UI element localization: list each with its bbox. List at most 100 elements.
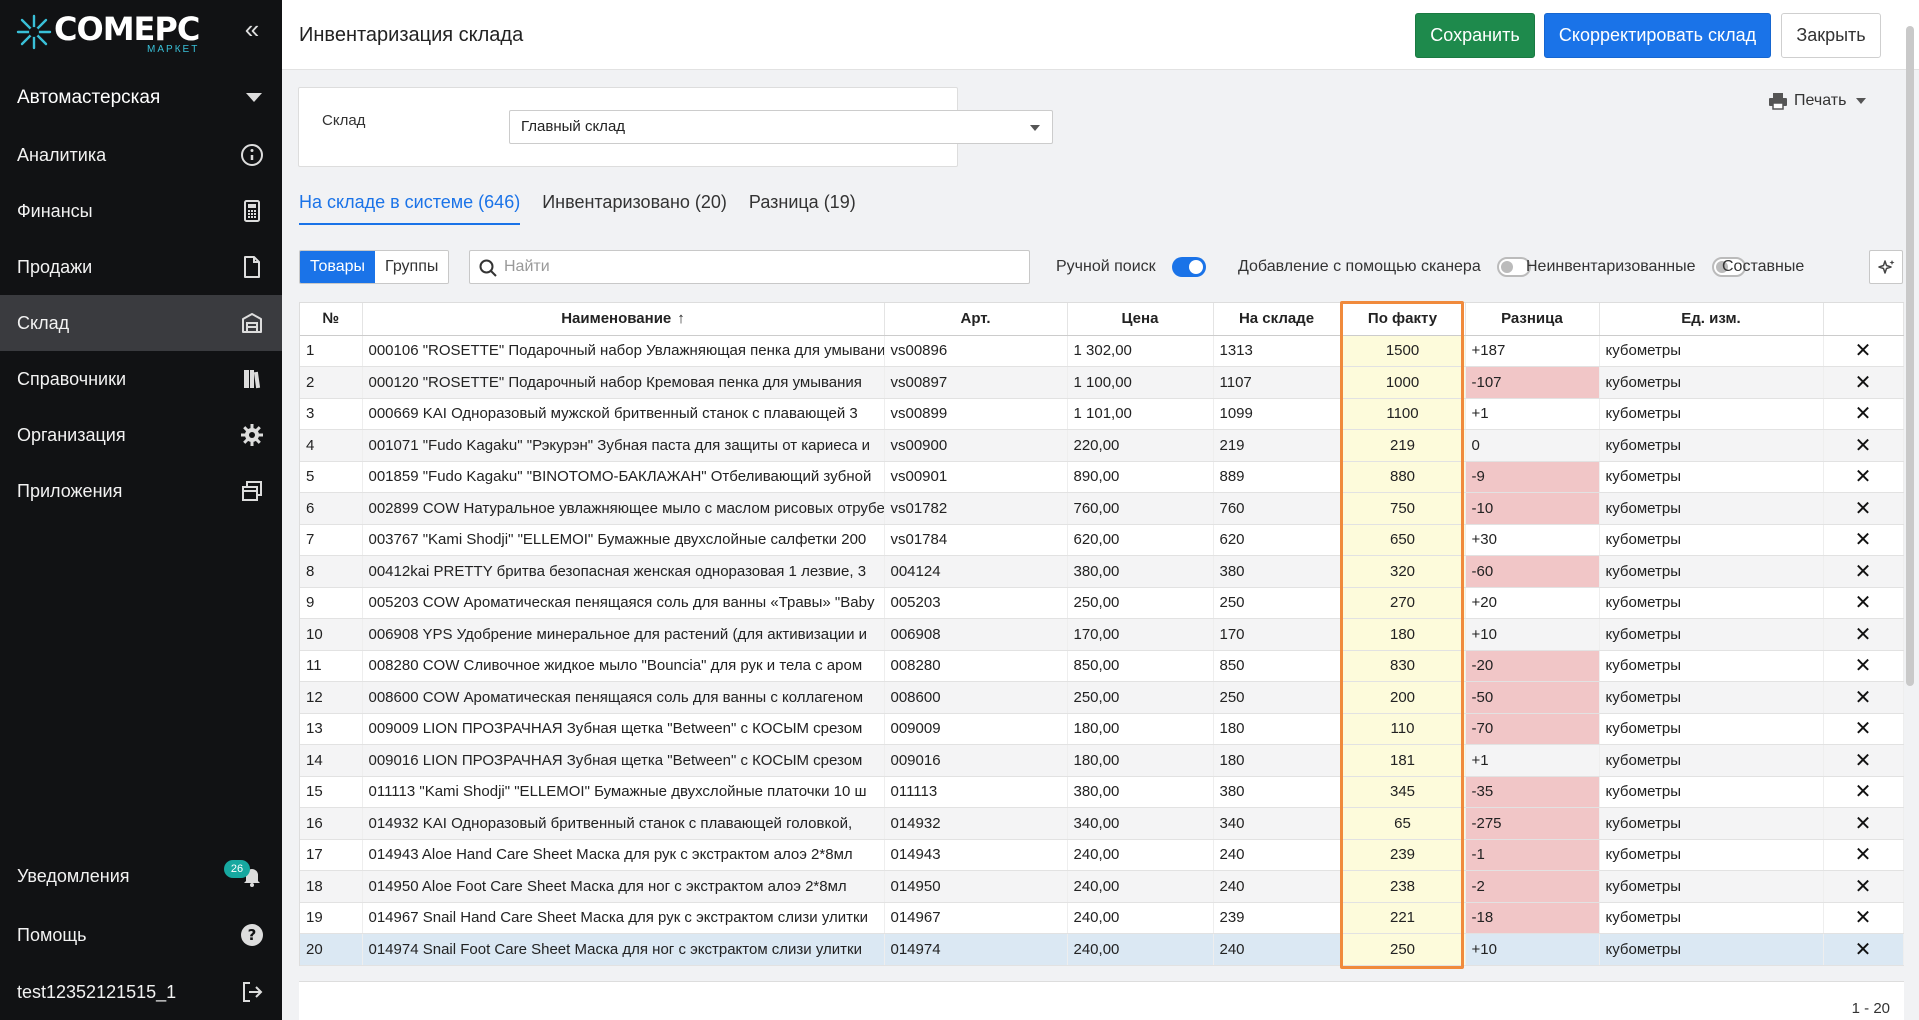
close-button[interactable]: Закрыть: [1781, 13, 1881, 58]
sort-ascending-icon: ↑: [677, 310, 685, 328]
delete-row-icon[interactable]: ✕: [1823, 555, 1904, 588]
print-menu[interactable]: Печать: [1768, 92, 1867, 110]
delete-row-icon[interactable]: ✕: [1823, 524, 1904, 556]
actual-count-cell[interactable]: 239: [1340, 839, 1466, 871]
delete-row-icon[interactable]: ✕: [1823, 398, 1904, 430]
delete-row-icon[interactable]: ✕: [1823, 650, 1904, 682]
actual-count-cell[interactable]: 180: [1340, 618, 1466, 651]
sidebar-item-analytics[interactable]: Аналитика: [0, 127, 282, 183]
delete-row-icon[interactable]: ✕: [1823, 429, 1904, 462]
groups-toggle-button[interactable]: Группы: [375, 251, 449, 283]
table-row[interactable]: 12 008600 COW Ароматическая пенящаяся сол…: [300, 681, 1904, 714]
table-row[interactable]: 2 000120 "ROSETTE" Подарочный набор Кремо…: [300, 366, 1904, 399]
table-row[interactable]: 17 014943 Aloe Hand Care Sheet Маска для …: [300, 839, 1904, 871]
warehouse-select[interactable]: Главный склад: [509, 110, 1053, 144]
delete-row-icon[interactable]: ✕: [1823, 366, 1904, 399]
uninventoried-label: Неинвентаризованные: [1526, 258, 1696, 275]
actual-count-cell[interactable]: 320: [1340, 555, 1466, 588]
actual-count-cell[interactable]: 270: [1340, 587, 1466, 619]
sidebar-item-directories[interactable]: Справочники: [0, 351, 282, 407]
actual-count-cell[interactable]: 345: [1340, 776, 1466, 808]
delete-row-icon[interactable]: ✕: [1823, 933, 1904, 966]
correct-warehouse-button[interactable]: Скорректировать склад: [1544, 13, 1771, 58]
delete-row-icon[interactable]: ✕: [1823, 587, 1904, 619]
sidebar-item-finance[interactable]: Финансы: [0, 183, 282, 239]
tab-difference[interactable]: Разница (19): [749, 192, 856, 225]
delete-row-icon[interactable]: ✕: [1823, 807, 1904, 840]
table-row[interactable]: 4 001071 "Fudo Kagaku" "Рэкурэн" Зубная п…: [300, 429, 1904, 462]
difference-cell: -10: [1465, 492, 1600, 525]
actual-count-cell[interactable]: 1000: [1340, 366, 1466, 399]
delete-row-icon[interactable]: ✕: [1823, 461, 1904, 493]
table-row[interactable]: 15 011113 "Kami Shodji" "ELLEMOI" Бумажны…: [300, 776, 1904, 808]
sidebar-item-warehouse[interactable]: Склад: [0, 295, 282, 351]
page-scrollbar[interactable]: [1905, 18, 1915, 1003]
actual-count-cell[interactable]: 221: [1340, 902, 1466, 934]
in-stock-cell: 1099: [1213, 398, 1341, 430]
table-row[interactable]: 9 005203 COW Ароматическая пенящаяся соль…: [300, 587, 1904, 619]
table-row[interactable]: 13 009009 LION ПРОЗРАЧНАЯ Зубная щетка "B…: [300, 713, 1904, 745]
table-row[interactable]: 14 009016 LION ПРОЗРАЧНАЯ Зубная щетка "B…: [300, 744, 1904, 777]
column-header-name[interactable]: Наименование ↑: [362, 303, 885, 336]
actual-count-cell[interactable]: 238: [1340, 870, 1466, 903]
column-header-difference[interactable]: Разница: [1465, 303, 1600, 336]
actual-count-cell[interactable]: 650: [1340, 524, 1466, 556]
column-header-in-stock[interactable]: На складе: [1213, 303, 1341, 336]
column-header-unit[interactable]: Ед. изм.: [1599, 303, 1824, 336]
actual-count-cell[interactable]: 830: [1340, 650, 1466, 682]
table-row[interactable]: 7 003767 "Kami Shodji" "ELLEMOI" Бумажные…: [300, 524, 1904, 556]
delete-row-icon[interactable]: ✕: [1823, 618, 1904, 651]
table-row[interactable]: 11 008280 COW Сливочное жидкое мыло "Boun…: [300, 650, 1904, 682]
scrollbar-thumb[interactable]: [1906, 26, 1914, 686]
delete-row-icon[interactable]: ✕: [1823, 681, 1904, 714]
tab-in-system[interactable]: На складе в системе (646): [299, 192, 521, 225]
delete-row-icon[interactable]: ✕: [1823, 335, 1904, 367]
actual-count-cell[interactable]: 250: [1340, 933, 1466, 966]
delete-row-icon[interactable]: ✕: [1823, 492, 1904, 525]
column-header-number[interactable]: №: [300, 303, 363, 336]
column-header-actual[interactable]: По факту: [1340, 303, 1466, 336]
actual-count-cell[interactable]: 200: [1340, 681, 1466, 714]
table-row[interactable]: 16 014932 KAI Одноразовый бритвенный стан…: [300, 807, 1904, 840]
actual-count-cell[interactable]: 65: [1340, 807, 1466, 840]
brand-logo[interactable]: COMEPC МАРКЕТ: [16, 12, 200, 60]
sidebar-item-user[interactable]: test12352121515_1: [0, 964, 282, 1020]
actual-count-cell[interactable]: 181: [1340, 744, 1466, 777]
goods-toggle-button[interactable]: Товары: [300, 251, 376, 283]
sidebar-item-help[interactable]: Помощь ?: [0, 907, 282, 963]
actual-count-cell[interactable]: 1500: [1340, 335, 1466, 367]
logout-icon[interactable]: [240, 980, 264, 1004]
actual-count-cell[interactable]: 1100: [1340, 398, 1466, 430]
actual-count-cell[interactable]: 750: [1340, 492, 1466, 525]
table-row[interactable]: 8 00412kai PRETTY бритва безопасная женск…: [300, 555, 1904, 588]
delete-row-icon[interactable]: ✕: [1823, 902, 1904, 934]
actual-count-cell[interactable]: 219: [1340, 429, 1466, 462]
delete-row-icon[interactable]: ✕: [1823, 870, 1904, 903]
table-row[interactable]: 5 001859 "Fudo Kagaku" "BINOTOMO-БАКЛАЖАН…: [300, 461, 1904, 493]
sidebar-item-apps[interactable]: Приложения: [0, 463, 282, 519]
tab-inventoried[interactable]: Инвентаризовано (20): [542, 192, 727, 225]
delete-row-icon[interactable]: ✕: [1823, 713, 1904, 745]
delete-row-icon[interactable]: ✕: [1823, 776, 1904, 808]
manual-search-toggle[interactable]: [1171, 257, 1206, 277]
delete-row-icon[interactable]: ✕: [1823, 744, 1904, 777]
table-row[interactable]: 10 006908 YPS Удобрение минеральное для р…: [300, 618, 1904, 651]
actual-count-cell[interactable]: 880: [1340, 461, 1466, 493]
workspace-selector[interactable]: Автомастерская: [0, 78, 282, 118]
magic-add-button[interactable]: [1869, 250, 1903, 284]
table-row[interactable]: 19 014967 Snail Hand Care Sheet Маска для…: [300, 902, 1904, 934]
column-header-article[interactable]: Арт.: [884, 303, 1068, 336]
delete-row-icon[interactable]: ✕: [1823, 839, 1904, 871]
collapse-sidebar-icon[interactable]: «: [240, 16, 264, 42]
table-row[interactable]: 18 014950 Aloe Foot Care Sheet Маска для …: [300, 870, 1904, 903]
sidebar-item-organization[interactable]: Организация: [0, 407, 282, 463]
table-row[interactable]: 1 000106 "ROSETTE" Подарочный набор Увлаж…: [300, 335, 1904, 367]
search-input[interactable]: [504, 255, 1014, 279]
table-row[interactable]: 3 000669 KAI Одноразовый мужской бритвенн…: [300, 398, 1904, 430]
actual-count-cell[interactable]: 110: [1340, 713, 1466, 745]
table-row[interactable]: 6 002899 COW Натуральное увлажняющее мыло…: [300, 492, 1904, 525]
column-header-price[interactable]: Цена: [1067, 303, 1214, 336]
save-button[interactable]: Сохранить: [1415, 13, 1535, 58]
sidebar-item-sales[interactable]: Продажи: [0, 239, 282, 295]
table-row[interactable]: 20 014974 Snail Foot Care Sheet Маска для…: [300, 933, 1904, 966]
